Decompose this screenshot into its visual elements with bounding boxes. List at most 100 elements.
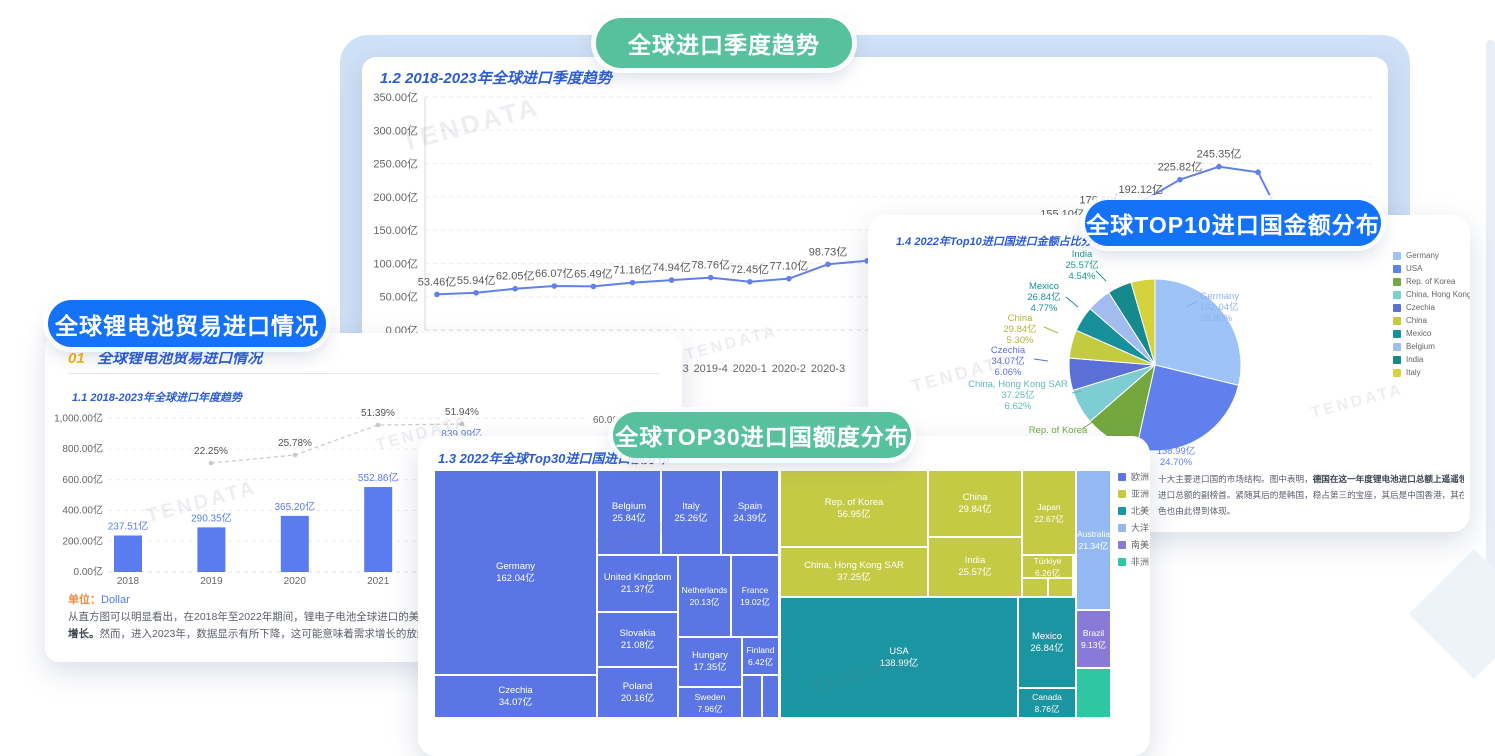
treemap-block-value: 20.16亿 — [621, 693, 654, 705]
pie-legend-item-usa[interactable]: USA — [1393, 264, 1470, 273]
legend-label: China — [1406, 316, 1427, 325]
treemap-block-japan[interactable]: Japan22.67亿 — [1022, 470, 1076, 555]
treemap-block-canada[interactable]: Canada8.76亿 — [1018, 688, 1076, 718]
treemap-block-small[interactable] — [762, 675, 779, 718]
treemap-block-small[interactable] — [1076, 668, 1111, 718]
treemap-block-belgium[interactable]: Belgium25.84亿 — [597, 470, 661, 555]
treemap-block-hungary[interactable]: Hungary17.35亿 — [678, 637, 742, 687]
treemap-block-australia[interactable]: Australia21.34亿 — [1076, 470, 1111, 610]
treemap-block-sweden[interactable]: Sweden7.96亿 — [678, 687, 742, 718]
data-point[interactable] — [747, 279, 753, 285]
pie-legend-item-belgium[interactable]: Belgium — [1393, 342, 1470, 351]
legend-label: 北美洲 — [1131, 504, 1150, 517]
treemap-block-spain[interactable]: Spain24.39亿 — [721, 470, 779, 555]
data-point[interactable] — [473, 290, 479, 296]
bar-2021[interactable] — [364, 487, 392, 572]
pie-legend-item-rep-of-korea[interactable]: Rep. of Korea — [1393, 277, 1470, 286]
treemap-block-name: Japan — [1037, 501, 1060, 513]
data-point[interactable] — [552, 283, 558, 289]
treemap-block-name: Italy — [682, 501, 699, 513]
treemap-legend-item[interactable]: 大洋洲 — [1118, 521, 1150, 534]
top30-treemap: Germany162.04亿Czechia34.07亿 Belgium25.84亿… — [434, 470, 1111, 718]
treemap-block-china-hong-kong-sar[interactable]: China, Hong Kong SAR37.25亿 — [780, 547, 928, 597]
pie-label: 4.54% — [1069, 271, 1096, 282]
treemap-block-name: Brazil — [1083, 627, 1104, 639]
bar-2019[interactable] — [197, 527, 225, 572]
pie-legend-item-china-hong-kong-sar[interactable]: China, Hong Kong SAR — [1393, 290, 1470, 299]
x-axis-tick: 2020-2 — [772, 363, 806, 375]
data-point[interactable] — [591, 284, 597, 290]
pie-legend-item-czechia[interactable]: Czechia — [1393, 303, 1470, 312]
treemap-block-germany[interactable]: Germany162.04亿 — [434, 470, 597, 675]
growth-label: 25.78% — [278, 438, 312, 449]
pie-label: 4.77% — [1031, 303, 1058, 314]
treemap-block-small[interactable] — [1022, 578, 1048, 597]
data-point[interactable] — [1255, 169, 1261, 175]
treemap-legend-item[interactable]: 北美洲 — [1118, 504, 1150, 517]
pie-legend-item-germany[interactable]: Germany — [1393, 251, 1470, 260]
data-point[interactable] — [434, 292, 440, 298]
treemap-block-value: 6.42亿 — [748, 656, 773, 668]
growth-point[interactable] — [460, 422, 465, 427]
treemap-block-italy[interactable]: Italy25.26亿 — [661, 470, 721, 555]
treemap-block-china[interactable]: China29.84亿 — [928, 470, 1022, 537]
x-axis-tick: 2021 — [367, 576, 390, 587]
data-point[interactable] — [512, 286, 518, 292]
treemap-block-name: Australia — [1077, 528, 1110, 540]
pie-legend-item-mexico[interactable]: Mexico — [1393, 329, 1470, 338]
legend-swatch — [1393, 369, 1401, 377]
bar-2018[interactable] — [114, 535, 142, 572]
pie-label: 6.06% — [995, 367, 1022, 378]
growth-point[interactable] — [376, 423, 381, 428]
data-point[interactable] — [1177, 177, 1183, 183]
treemap-block-poland[interactable]: Poland20.16亿 — [597, 667, 678, 718]
y-axis-tick: 250.00亿 — [373, 158, 418, 171]
pie-legend: Germany USA Rep. of Korea China, Hong Kong … — [1393, 251, 1470, 381]
treemap-block-value: 24.39亿 — [733, 513, 766, 525]
treemap-block-france[interactable]: France19.02亿 — [731, 555, 779, 637]
treemap-block-finland[interactable]: Finland6.42亿 — [742, 637, 779, 675]
treemap-block-small[interactable] — [1048, 578, 1073, 597]
data-point-label: 65.49亿 — [574, 267, 613, 280]
data-point-label: 78.76亿 — [691, 259, 730, 272]
treemap-block-rep-of-korea[interactable]: Rep. of Korea56.95亿 — [780, 470, 928, 547]
pie-label: 24.70% — [1160, 457, 1193, 468]
growth-point[interactable] — [293, 453, 298, 458]
treemap-block-india[interactable]: India25.57亿 — [928, 537, 1022, 597]
treemap-legend-item[interactable]: 南美洲 — [1118, 538, 1150, 551]
treemap-block-value: 25.26亿 — [674, 513, 707, 525]
treemap-block-value: 6.26亿 — [1035, 567, 1060, 579]
treemap-block-slovakia[interactable]: Slovakia21.08亿 — [597, 612, 678, 667]
treemap-legend-item[interactable]: 非洲 — [1118, 555, 1150, 568]
data-point[interactable] — [1216, 164, 1222, 170]
data-point[interactable] — [708, 275, 714, 281]
unit-label: 单位： — [68, 594, 101, 606]
treemap-legend-item[interactable]: 亚洲 — [1118, 487, 1150, 500]
data-point[interactable] — [630, 280, 636, 286]
data-point[interactable] — [825, 261, 831, 267]
legend-swatch — [1393, 265, 1401, 273]
pie-label: 34.07亿 — [991, 355, 1024, 367]
treemap-legend-item[interactable]: 欧洲 — [1118, 470, 1150, 483]
pie-label: 5.30% — [1007, 335, 1034, 346]
y-axis-tick: 200.00亿 — [373, 191, 418, 204]
right-edge-strip — [1486, 40, 1495, 620]
data-point[interactable] — [786, 276, 792, 282]
pie-legend-item-italy[interactable]: Italy — [1393, 368, 1470, 377]
treemap-block-t-rkiye[interactable]: Türkiye6.26亿 — [1022, 555, 1073, 578]
treemap-block-small[interactable] — [742, 675, 762, 718]
pie-legend-item-india[interactable]: India — [1393, 355, 1470, 364]
treemap-block-mexico[interactable]: Mexico26.84亿 — [1018, 597, 1076, 688]
treemap-block-brazil[interactable]: Brazil9.13亿 — [1076, 610, 1111, 668]
data-point-label: 62.05亿 — [496, 270, 535, 283]
pie-legend-item-china[interactable]: China — [1393, 316, 1470, 325]
treemap-block-united-kingdom[interactable]: United Kingdom21.37亿 — [597, 555, 678, 612]
bar-2020[interactable] — [281, 516, 309, 572]
data-point-label: 74.94亿 — [652, 261, 691, 274]
data-point[interactable] — [669, 277, 675, 283]
treemap-block-name: Netherlands — [682, 584, 728, 596]
growth-point[interactable] — [209, 461, 214, 466]
treemap-block-netherlands[interactable]: Netherlands20.13亿 — [678, 555, 731, 637]
treemap-block-usa[interactable]: USA138.99亿 — [780, 597, 1018, 718]
treemap-block-czechia[interactable]: Czechia34.07亿 — [434, 675, 597, 718]
